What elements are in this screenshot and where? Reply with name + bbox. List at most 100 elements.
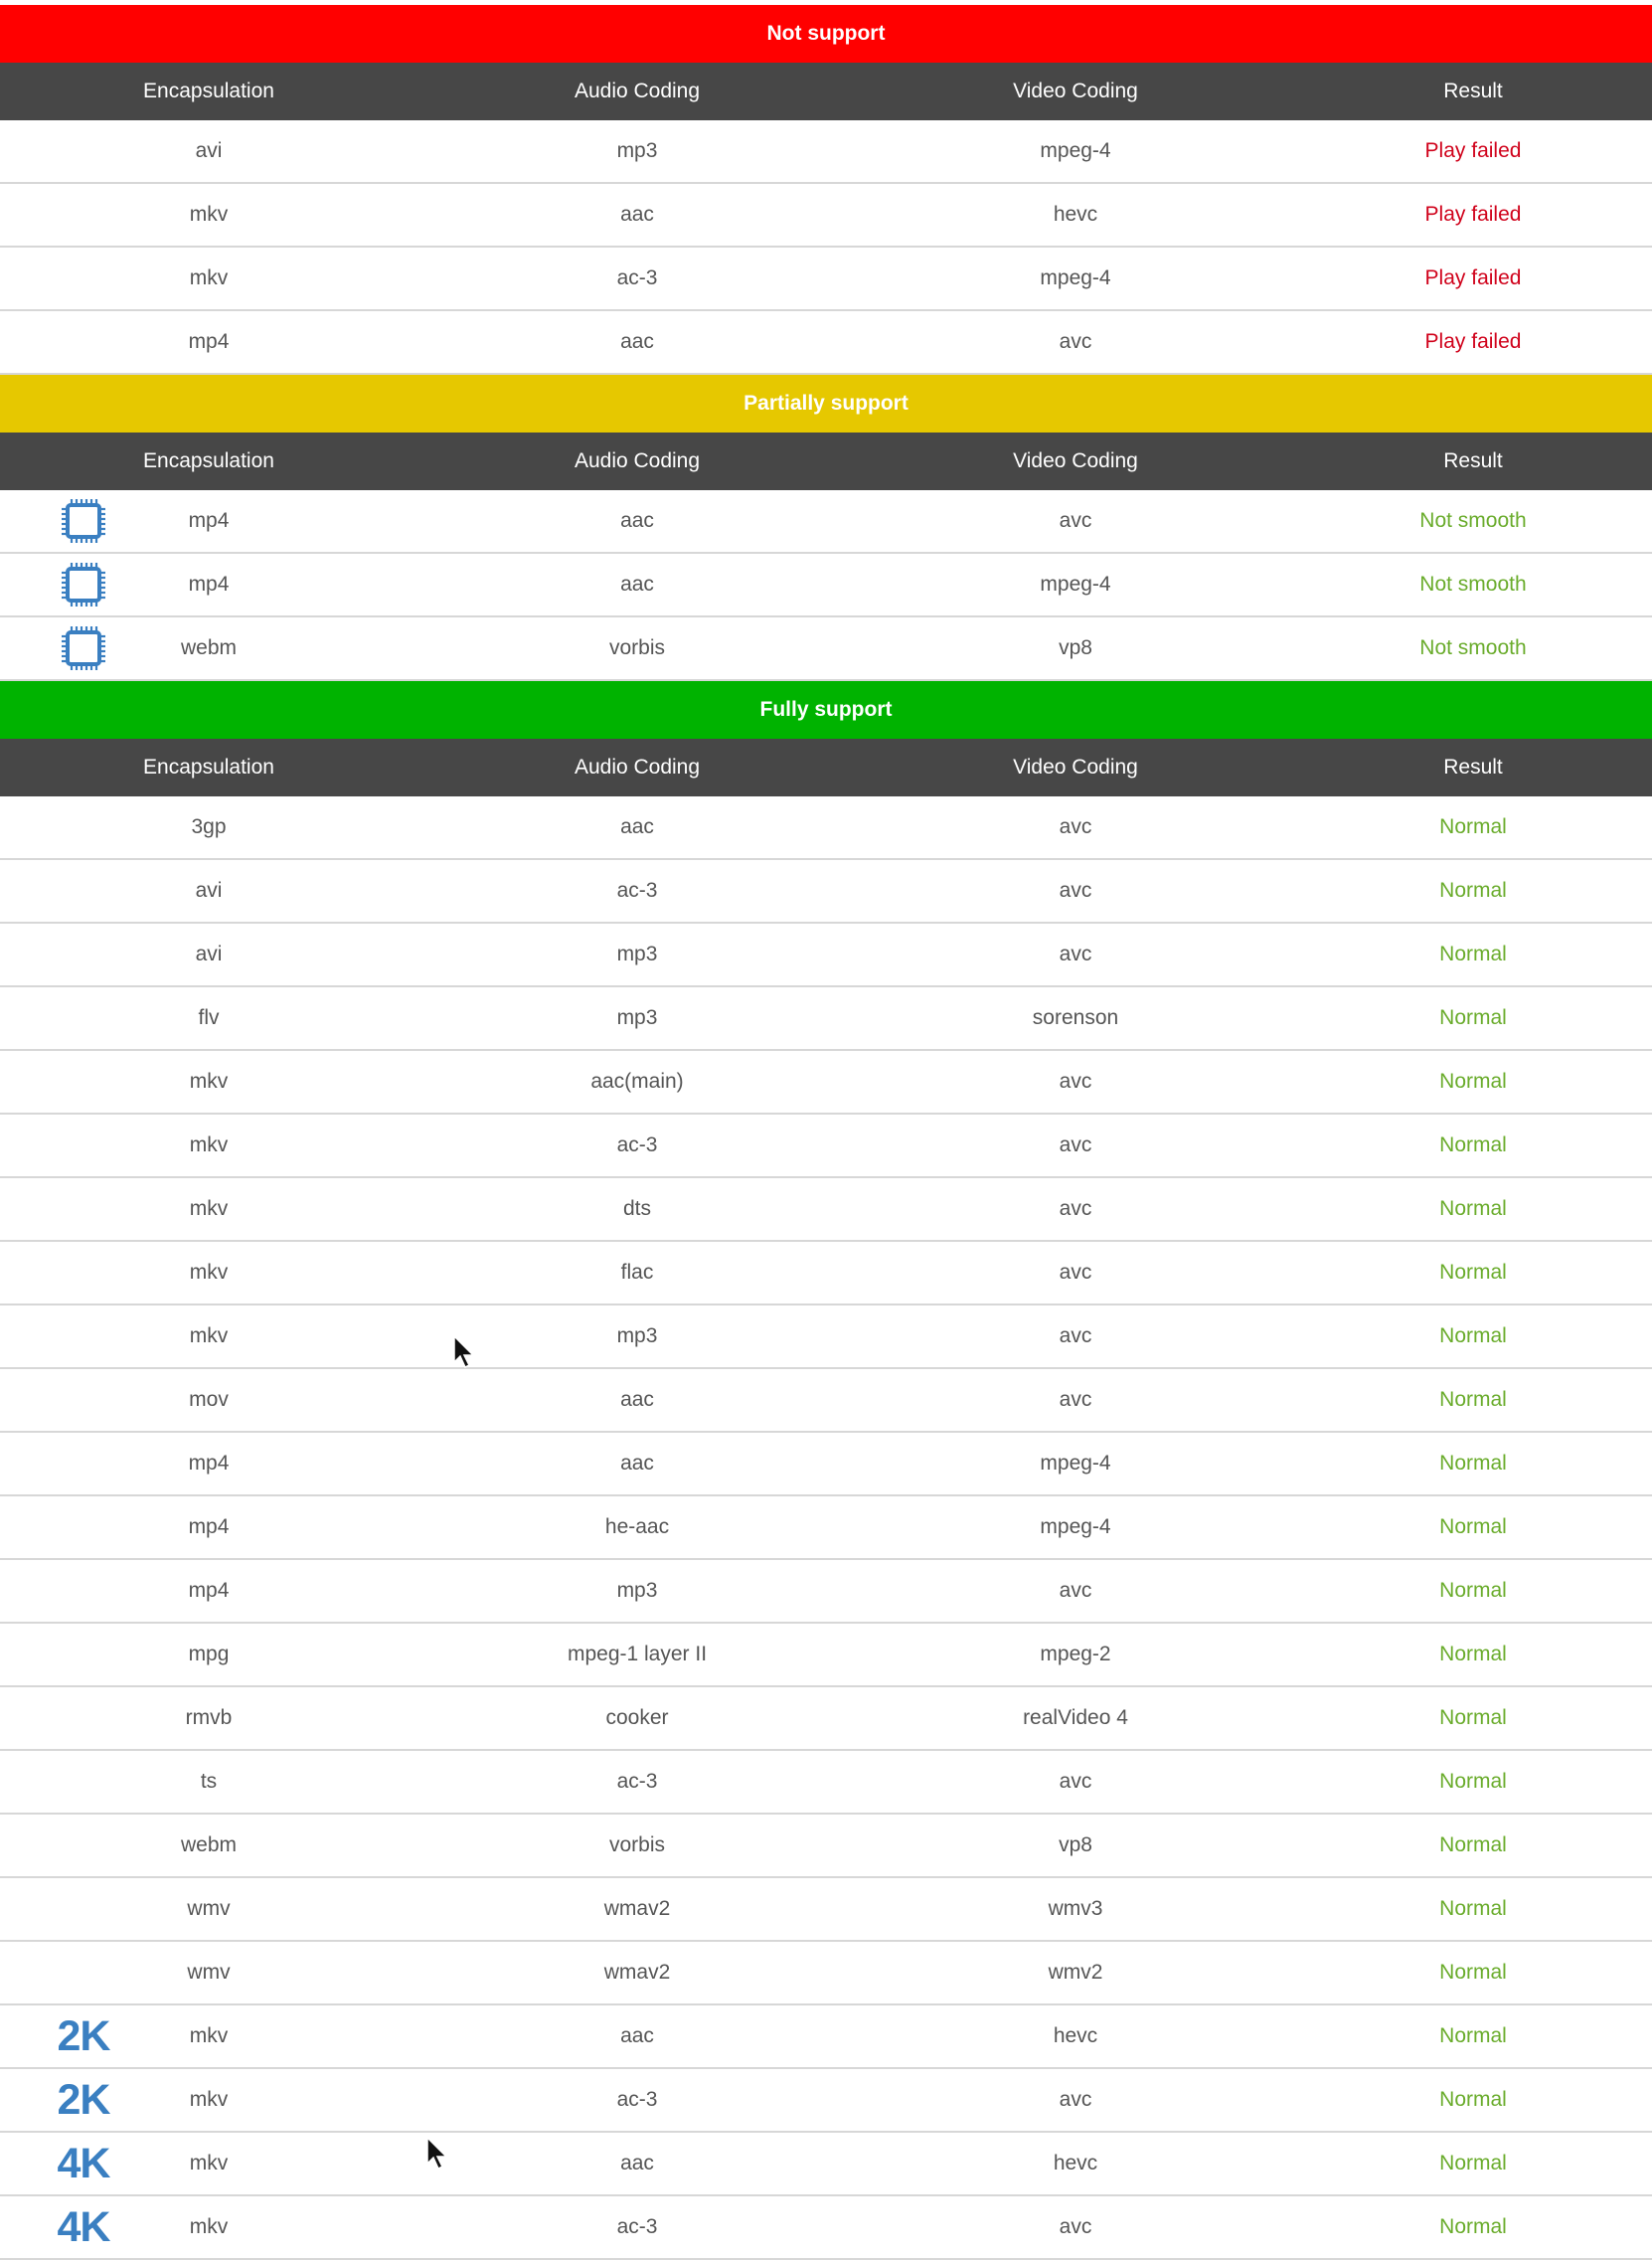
result-cell: Normal <box>1439 1452 1507 1475</box>
table-row: 3gp aac avc Normal <box>0 796 1652 860</box>
result-cell: Normal <box>1439 1070 1507 1093</box>
column-header: Audio Coding <box>574 756 701 779</box>
column-header: Encapsulation <box>143 449 274 472</box>
video-coding-cell: avc <box>1059 1324 1092 1347</box>
table-row: webm vorbis vp8 Normal <box>0 1815 1652 1878</box>
table-row: mkv dts avc Normal <box>0 1178 1652 1242</box>
result-cell: Normal <box>1439 1197 1507 1220</box>
section-banner: Fully support <box>0 681 1652 739</box>
support-section: Partially support Encapsulation Audio Codi… <box>0 375 1652 681</box>
audio-coding-cell: mp3 <box>616 139 658 162</box>
audio-coding-cell: mp3 <box>616 943 658 965</box>
resolution-badge-label: 4K <box>57 2202 111 2251</box>
result-cell: Play failed <box>1424 139 1522 162</box>
video-coding-cell: avc <box>1059 1133 1092 1156</box>
result-cell: Play failed <box>1424 330 1522 353</box>
video-coding-cell: avc <box>1059 1579 1092 1602</box>
result-cell: Not smooth <box>1419 636 1527 659</box>
table-row: mkv ac-3 mpeg-4 Play failed <box>0 248 1652 311</box>
audio-coding-cell: ac-3 <box>616 879 658 902</box>
audio-coding-cell: aac <box>620 203 654 226</box>
table-row: webm vorbis vp8 Not smooth <box>0 617 1652 681</box>
audio-coding-cell: aac(main) <box>590 1070 684 1093</box>
result-cell: Normal <box>1439 1770 1507 1793</box>
video-coding-cell: mpeg-4 <box>1040 266 1111 289</box>
audio-coding-cell: mpeg-1 layer II <box>567 1643 708 1665</box>
column-header: Encapsulation <box>143 756 274 779</box>
result-cell: Normal <box>1439 1706 1507 1729</box>
video-coding-cell: avc <box>1059 330 1092 353</box>
video-coding-cell: avc <box>1059 815 1092 838</box>
video-coding-cell: vp8 <box>1059 1833 1092 1856</box>
mouse-cursor-icon <box>452 1334 476 1370</box>
video-coding-cell: avc <box>1059 1070 1092 1093</box>
audio-coding-cell: mp3 <box>616 1324 658 1347</box>
video-coding-cell: wmv3 <box>1048 1897 1103 1920</box>
video-coding-cell: hevc <box>1053 2024 1098 2047</box>
encapsulation-cell: rmvb <box>185 1706 233 1729</box>
encapsulation-cell: avi <box>195 879 223 902</box>
result-cell: Not smooth <box>1419 573 1527 596</box>
audio-coding-cell: aac <box>620 2024 654 2047</box>
result-cell: Normal <box>1439 1133 1507 1156</box>
resolution-badge-label: 2K <box>57 2075 111 2124</box>
encapsulation-cell: wmv <box>187 1961 231 1984</box>
result-cell: Not smooth <box>1419 509 1527 532</box>
video-coding-cell: avc <box>1059 1197 1092 1220</box>
result-cell: Normal <box>1439 1261 1507 1284</box>
encapsulation-cell: mkv <box>189 1324 229 1347</box>
resolution-badge: 2K <box>52 2013 115 2059</box>
encapsulation-cell: mkv <box>189 1133 229 1156</box>
result-cell: Normal <box>1439 1961 1507 1984</box>
column-header: Result <box>1443 449 1503 472</box>
table-row: wmv wmav2 wmv2 Normal <box>0 1942 1652 2005</box>
audio-coding-cell: he-aac <box>604 1515 670 1538</box>
table-row: wmv wmav2 wmv3 Normal <box>0 1878 1652 1942</box>
encapsulation-cell: mkv <box>189 203 229 226</box>
result-cell: Normal <box>1439 1324 1507 1347</box>
encapsulation-cell: flv <box>198 1006 220 1029</box>
encapsulation-cell: mp4 <box>188 1515 230 1538</box>
audio-coding-cell: wmav2 <box>603 1897 671 1920</box>
result-cell: Normal <box>1439 2215 1507 2238</box>
table-header: Encapsulation Audio Coding Video Coding Res… <box>0 433 1652 490</box>
result-cell: Normal <box>1439 1388 1507 1411</box>
table-row: mp4 aac avc Not smooth <box>0 490 1652 554</box>
table-row: mp4 aac mpeg-4 Not smooth <box>0 554 1652 617</box>
audio-coding-cell: vorbis <box>608 1833 666 1856</box>
cpu-icon <box>52 498 115 544</box>
audio-coding-cell: ac-3 <box>616 266 658 289</box>
column-header: Video Coding <box>1013 756 1138 779</box>
audio-coding-cell: flac <box>620 1261 654 1284</box>
audio-coding-cell: vorbis <box>608 636 666 659</box>
table-row: mkv aac hevc Play failed <box>0 184 1652 248</box>
result-cell: Normal <box>1439 815 1507 838</box>
table-header: Encapsulation Audio Coding Video Coding Res… <box>0 63 1652 120</box>
video-coding-cell: mpeg-4 <box>1040 1515 1111 1538</box>
video-coding-cell: mpeg-4 <box>1040 139 1111 162</box>
table-row: mkv aac(main) avc Normal <box>0 1051 1652 1115</box>
section-banner: Not support <box>0 5 1652 63</box>
encapsulation-cell: webm <box>180 1833 238 1856</box>
encapsulation-cell: mp4 <box>188 1452 230 1475</box>
audio-coding-cell: ac-3 <box>616 2215 658 2238</box>
video-coding-cell: mpeg-4 <box>1040 573 1111 596</box>
video-coding-cell: wmv2 <box>1048 1961 1103 1984</box>
audio-coding-cell: aac <box>620 573 654 596</box>
result-cell: Play failed <box>1424 203 1522 226</box>
audio-coding-cell: ac-3 <box>616 1133 658 1156</box>
video-coding-cell: avc <box>1059 943 1092 965</box>
video-coding-cell: avc <box>1059 1261 1092 1284</box>
video-coding-cell: hevc <box>1053 203 1098 226</box>
table-row: mp4 aac mpeg-4 Normal <box>0 1433 1652 1496</box>
table-row: mp4 aac avc Play failed <box>0 311 1652 375</box>
result-cell: Normal <box>1439 943 1507 965</box>
result-cell: Normal <box>1439 2088 1507 2111</box>
audio-coding-cell: cooker <box>605 1706 669 1729</box>
resolution-badge: 4K <box>52 2204 115 2250</box>
result-cell: Normal <box>1439 1579 1507 1602</box>
column-header: Audio Coding <box>574 80 701 102</box>
video-coding-cell: avc <box>1059 2088 1092 2111</box>
encapsulation-cell: ts <box>200 1770 218 1793</box>
video-coding-cell: avc <box>1059 879 1092 902</box>
